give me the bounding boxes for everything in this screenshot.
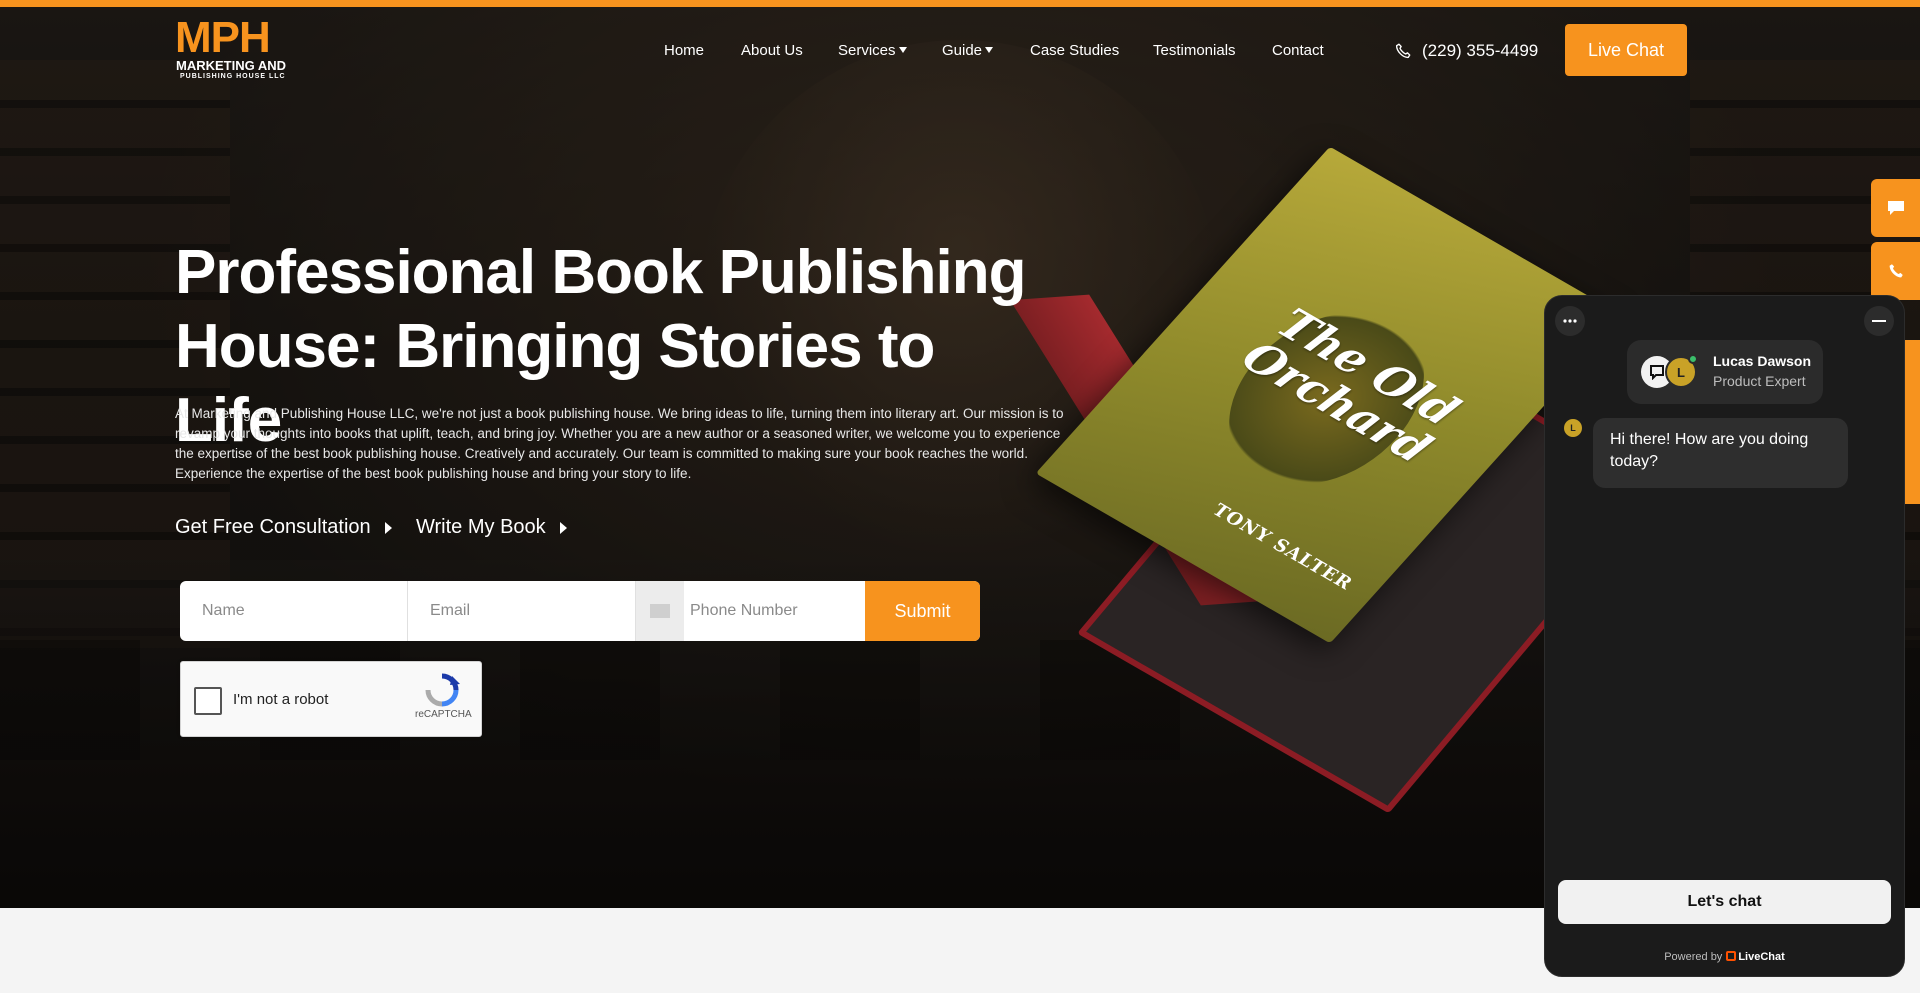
recaptcha-widget: I'm not a robot reCAPTCHA: [180, 661, 482, 737]
live-chat-button[interactable]: Live Chat: [1565, 24, 1687, 76]
nav-testimonials[interactable]: Testimonials: [1153, 38, 1236, 64]
play-arrow-icon: [559, 521, 567, 534]
site-logo[interactable]: MPH MARKETING AND PUBLISHING HOUSE LLC: [175, 13, 305, 82]
agent-name: Lucas Dawson: [1713, 353, 1812, 369]
caret-down-icon: [898, 47, 907, 53]
agent-role: Product Expert: [1713, 373, 1806, 389]
chat-minimize-button[interactable]: [1864, 306, 1894, 336]
book-cover-author: TONY SALTER: [1207, 500, 1358, 595]
recaptcha-checkbox[interactable]: [194, 687, 222, 715]
lets-chat-button[interactable]: Let's chat: [1558, 880, 1891, 924]
phone-placeholder: Phone Number: [690, 602, 798, 619]
submit-button[interactable]: Submit: [865, 581, 980, 641]
chat-bubble-icon: [1887, 201, 1904, 215]
write-my-book-label: Write My Book: [416, 516, 546, 538]
recaptcha-label: I'm not a robot: [233, 691, 329, 708]
name-placeholder: Name: [202, 602, 245, 619]
get-free-consultation-label: Get Free Consultation: [175, 516, 371, 538]
book-illustration: The Old Orchard TONY SALTER: [1010, 120, 1663, 814]
nav-contact[interactable]: Contact: [1272, 38, 1324, 64]
play-arrow-icon: [384, 521, 392, 534]
nav-guide-label: Guide: [942, 42, 983, 59]
livechat-logo-icon: [1726, 951, 1737, 961]
powered-by-brand: LiveChat: [1738, 951, 1785, 963]
write-my-book-link[interactable]: Write My Book: [416, 516, 567, 539]
chat-message: Hi there! How are you doing today?: [1593, 418, 1848, 488]
more-icon: [1563, 319, 1577, 323]
logo-line-1: MARKETING AND: [176, 58, 287, 73]
nav-case-studies[interactable]: Case Studies: [1030, 38, 1119, 64]
side-accent-strip: [1905, 340, 1920, 504]
phone-icon: [1395, 43, 1411, 59]
caret-down-icon: [985, 47, 994, 53]
recaptcha-brand: reCAPTCHA: [415, 709, 472, 720]
logo-mark: MPH: [175, 13, 271, 62]
header-phone-link[interactable]: (229) 355-4499: [1394, 38, 1538, 64]
email-input[interactable]: Email: [408, 581, 636, 641]
logo-line-2: PUBLISHING HOUSE LLC: [180, 73, 286, 80]
message-avatar: L: [1564, 419, 1582, 437]
nav-services[interactable]: Services: [838, 38, 907, 64]
email-placeholder: Email: [430, 602, 471, 619]
powered-by[interactable]: Powered by LiveChat: [1545, 951, 1904, 963]
side-phone-button[interactable]: [1871, 242, 1920, 300]
nav-home[interactable]: Home: [664, 38, 704, 64]
online-status-dot: [1688, 354, 1698, 364]
agent-card: L Lucas Dawson Product Expert: [1627, 340, 1823, 404]
top-accent-bar: [0, 0, 1920, 7]
hero-description: At Marketing and Publishing House LLC, w…: [175, 406, 1064, 481]
recaptcha-icon: [425, 673, 460, 707]
phone-icon: [1889, 264, 1903, 278]
lead-form: Name Email Phone Number Submit: [180, 581, 980, 641]
livechat-widget: L Lucas Dawson Product Expert L Hi there…: [1544, 295, 1905, 977]
side-chat-button[interactable]: [1871, 179, 1920, 237]
nav-services-label: Services: [838, 42, 896, 59]
country-code-select[interactable]: [636, 581, 684, 641]
nav-about-us[interactable]: About Us: [741, 38, 803, 64]
minimize-icon: [1872, 320, 1886, 322]
header-phone-number: (229) 355-4499: [1422, 41, 1539, 60]
name-input[interactable]: Name: [180, 581, 408, 641]
nav-guide[interactable]: Guide: [942, 38, 994, 64]
flag-icon: [650, 604, 670, 618]
powered-by-prefix: Powered by: [1664, 951, 1723, 963]
get-free-consultation-link[interactable]: Get Free Consultation: [175, 516, 392, 539]
phone-input[interactable]: Phone Number: [684, 581, 865, 641]
chat-menu-button[interactable]: [1555, 306, 1585, 336]
chat-logo-icon: [1650, 365, 1664, 380]
